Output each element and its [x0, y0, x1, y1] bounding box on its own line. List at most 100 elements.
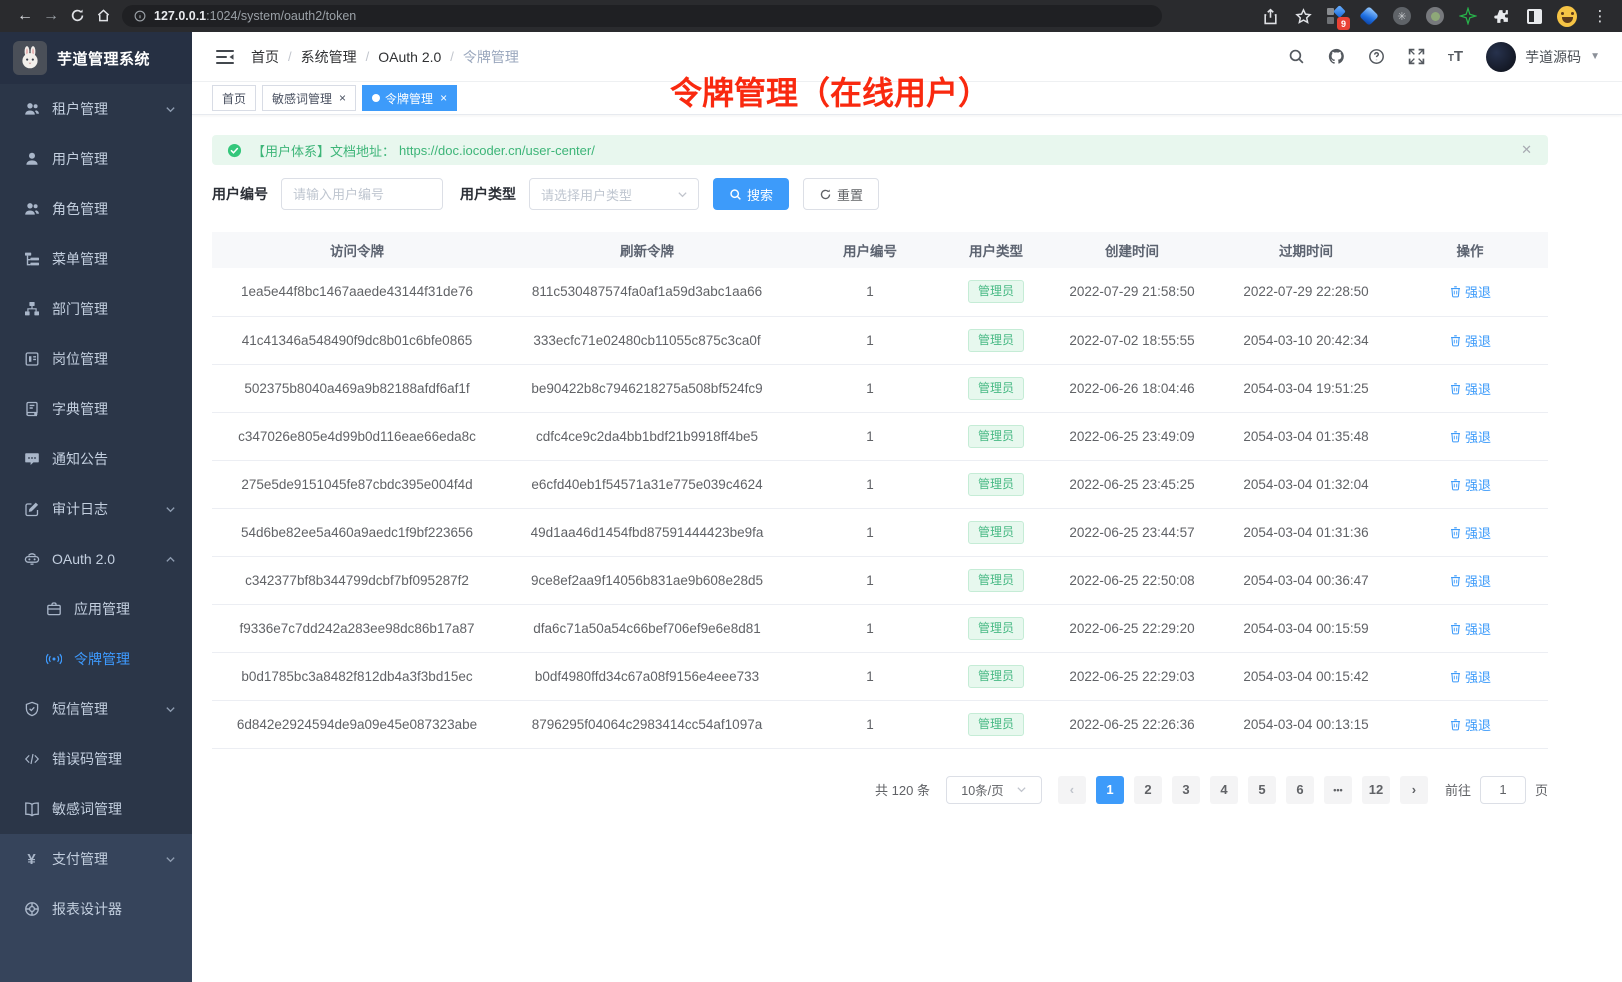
force-logout-button[interactable]: 强退: [1449, 715, 1491, 734]
force-logout-button[interactable]: 强退: [1449, 523, 1491, 542]
table-row: 6d842e2924594de9a09e45e087323abe8796295f…: [212, 700, 1548, 748]
search-form: 用户编号 用户类型 请选择用户类型 搜索 重置: [212, 178, 1548, 210]
github-icon[interactable]: [1328, 48, 1345, 65]
page-button-5[interactable]: 5: [1248, 776, 1276, 804]
page-ellipsis-button[interactable]: •••: [1324, 776, 1352, 804]
browser-home-icon[interactable]: [90, 0, 116, 32]
page-button-6[interactable]: 6: [1286, 776, 1314, 804]
sidebar-item-支付管理[interactable]: ¥支付管理: [0, 834, 192, 884]
briefcase-icon: [45, 601, 62, 618]
user-menu[interactable]: 芋道源码 ▼: [1486, 42, 1600, 72]
sidebar-item-用户管理[interactable]: 用户管理: [0, 134, 192, 184]
sidebar-item-部门管理[interactable]: 部门管理: [0, 284, 192, 334]
force-logout-button[interactable]: 强退: [1449, 427, 1491, 446]
share-icon[interactable]: [1260, 6, 1280, 26]
column-header: 用户编号: [792, 232, 948, 268]
sidebar-item-敏感词管理[interactable]: 敏感词管理: [0, 784, 192, 834]
page-button-3[interactable]: 3: [1172, 776, 1200, 804]
sidebar-item-角色管理[interactable]: 角色管理: [0, 184, 192, 234]
sidebar-item-租户管理[interactable]: 租户管理: [0, 84, 192, 134]
next-page-button[interactable]: ›: [1400, 776, 1428, 804]
close-icon[interactable]: ×: [440, 91, 447, 105]
fullscreen-icon[interactable]: [1408, 48, 1425, 65]
alert-close-icon[interactable]: ✕: [1521, 142, 1532, 158]
search-button[interactable]: 搜索: [713, 178, 789, 210]
extension-grid-icon[interactable]: 9: [1326, 6, 1346, 26]
user-type-badge: 管理员: [968, 329, 1024, 352]
sidebar-item-菜单管理[interactable]: 菜单管理: [0, 234, 192, 284]
font-size-icon[interactable]: TT: [1448, 48, 1463, 65]
shield-icon: [23, 701, 40, 718]
sidebar-collapse-icon[interactable]: [216, 49, 234, 65]
alert-doc-link[interactable]: https://doc.iocoder.cn/user-center/: [399, 143, 595, 158]
close-icon[interactable]: ×: [339, 91, 346, 105]
sidebar-item-OAuth 2.0[interactable]: OAuth 2.0: [0, 534, 192, 584]
sidebar-item-应用管理[interactable]: 应用管理: [0, 584, 192, 634]
force-logout-button[interactable]: 强退: [1449, 379, 1491, 398]
user-type-placeholder: 请选择用户类型: [541, 185, 632, 204]
sidebar-item-通知公告[interactable]: 通知公告: [0, 434, 192, 484]
sidebar-item-短信管理[interactable]: 短信管理: [0, 684, 192, 734]
user-type-badge: 管理员: [968, 569, 1024, 592]
cell-created-time: 2022-06-25 22:29:03: [1044, 652, 1220, 700]
cell-user-id: 1: [792, 556, 948, 604]
book-icon: [23, 801, 40, 818]
breadcrumb-oauth[interactable]: OAuth 2.0: [378, 49, 441, 65]
knot-extension-icon[interactable]: ✳: [1392, 6, 1412, 26]
force-logout-button[interactable]: 强退: [1449, 331, 1491, 350]
puzzle-extensions-icon[interactable]: [1491, 6, 1511, 26]
user-type-badge: 管理员: [968, 280, 1024, 303]
search-icon[interactable]: [1288, 48, 1305, 65]
sidebar-item-令牌管理[interactable]: 令牌管理: [0, 634, 192, 684]
page-button-1[interactable]: 1: [1096, 776, 1124, 804]
reset-button[interactable]: 重置: [803, 178, 879, 210]
trash-icon: [1449, 285, 1462, 298]
tag-敏感词管理[interactable]: 敏感词管理×: [262, 85, 356, 111]
sidebar-item-审计日志[interactable]: 审计日志: [0, 484, 192, 534]
compass-icon: [23, 901, 40, 918]
tag-label: 首页: [222, 90, 246, 107]
cell-created-time: 2022-06-25 22:50:08: [1044, 556, 1220, 604]
profile-avatar-icon[interactable]: [1557, 6, 1577, 26]
site-info-icon[interactable]: [134, 10, 146, 22]
browser-menu-icon[interactable]: ⋮: [1590, 6, 1610, 26]
sidepanel-icon[interactable]: [1524, 6, 1544, 26]
help-icon[interactable]: [1368, 48, 1385, 65]
cell-refresh-token: 333ecfc71e02480cb11055c875c3ca0f: [502, 316, 792, 364]
force-logout-button[interactable]: 强退: [1449, 619, 1491, 638]
sidebar-item-label: 用户管理: [52, 149, 108, 169]
cell-user-id: 1: [792, 460, 948, 508]
user-type-badge: 管理员: [968, 665, 1024, 688]
user-id-input[interactable]: [281, 178, 443, 210]
goto-page-input[interactable]: [1480, 776, 1526, 804]
app-logo-bar[interactable]: 芋道管理系统: [0, 32, 192, 84]
page-button-4[interactable]: 4: [1210, 776, 1238, 804]
force-logout-button[interactable]: 强退: [1449, 667, 1491, 686]
prev-page-button[interactable]: ‹: [1058, 776, 1086, 804]
gem-extension-icon[interactable]: [1359, 6, 1379, 26]
record-extension-icon[interactable]: [1425, 6, 1445, 26]
breadcrumb-home[interactable]: 首页: [251, 47, 279, 67]
sidebar-item-岗位管理[interactable]: 岗位管理: [0, 334, 192, 384]
browser-reload-icon[interactable]: [64, 0, 90, 32]
breadcrumb-system[interactable]: 系统管理: [301, 47, 357, 67]
browser-back-icon[interactable]: ←: [12, 0, 38, 32]
sidebar-item-错误码管理[interactable]: 错误码管理: [0, 734, 192, 784]
bookmark-star-icon[interactable]: [1293, 6, 1313, 26]
user-type-select[interactable]: 请选择用户类型: [529, 178, 699, 210]
page-size-select[interactable]: 10条/页: [946, 776, 1042, 804]
address-bar[interactable]: 127.0.0.1:1024/system/oauth2/token: [122, 5, 1162, 27]
force-logout-button[interactable]: 强退: [1449, 282, 1491, 301]
force-logout-button[interactable]: 强退: [1449, 475, 1491, 494]
sidebar-item-报表设计器[interactable]: 报表设计器: [0, 884, 192, 934]
tag-令牌管理[interactable]: 令牌管理×: [362, 85, 457, 111]
page-button-12[interactable]: 12: [1362, 776, 1390, 804]
robot-icon: [23, 551, 40, 568]
star-extension-icon[interactable]: [1458, 6, 1478, 26]
dict-icon: [23, 401, 40, 418]
sidebar-item-字典管理[interactable]: 字典管理: [0, 384, 192, 434]
page-button-2[interactable]: 2: [1134, 776, 1162, 804]
tag-首页[interactable]: 首页: [212, 85, 256, 111]
force-logout-button[interactable]: 强退: [1449, 571, 1491, 590]
browser-forward-icon[interactable]: →: [38, 0, 64, 32]
